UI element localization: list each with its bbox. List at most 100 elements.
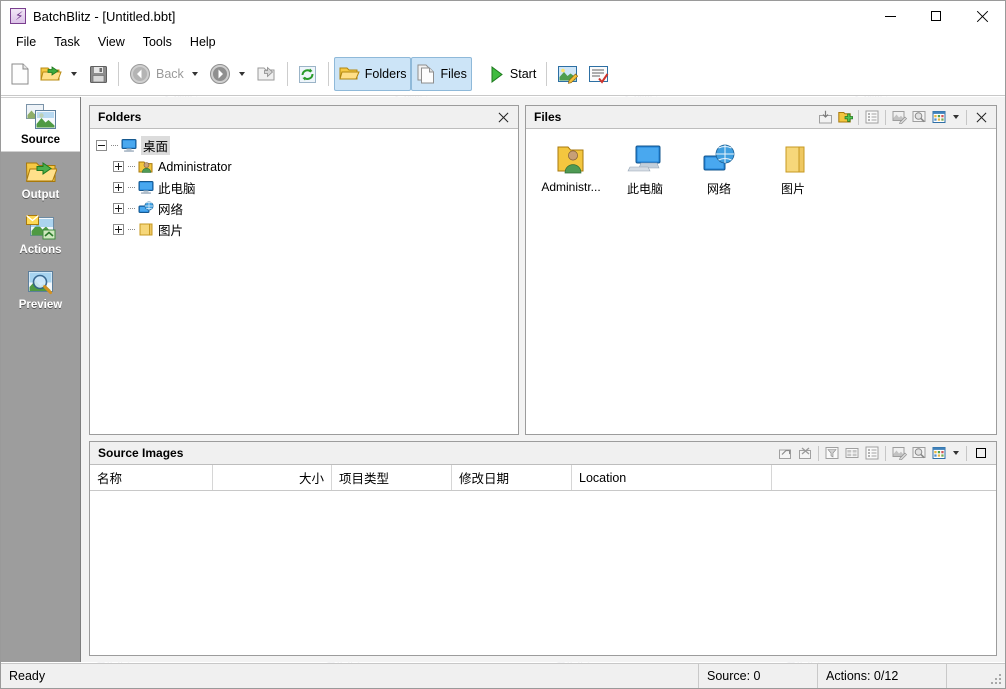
edit-item-button[interactable] <box>889 108 909 127</box>
open-dropdown-button[interactable] <box>68 57 83 91</box>
source-images-maximize-button[interactable] <box>970 444 992 463</box>
file-item[interactable]: 图片 <box>756 139 830 197</box>
checklist-icon <box>588 65 609 84</box>
image-actions-icon <box>25 214 57 241</box>
close-button[interactable] <box>959 1 1005 31</box>
sidebar-item-source[interactable]: Source <box>1 97 80 152</box>
maximize-icon <box>976 448 986 458</box>
start-label: Start <box>509 67 537 81</box>
file-item[interactable]: Administr... <box>534 139 608 197</box>
sidebar-item-actions[interactable]: Actions <box>1 207 80 262</box>
status-bar: Ready Source: 0 Actions: 0/12 <box>1 663 1005 688</box>
files-panel-close-button[interactable] <box>970 108 992 127</box>
status-source-count: Source: 0 <box>707 669 761 683</box>
preview-item-button[interactable] <box>909 444 929 463</box>
files-toggle-button[interactable]: Files <box>411 57 472 91</box>
forward-button[interactable] <box>204 57 236 91</box>
toolbar-separator <box>546 62 548 86</box>
sidebar-item-output[interactable]: Output <box>1 152 80 207</box>
tree-item-network[interactable]: 网络 <box>96 198 518 219</box>
preview-item-button[interactable] <box>909 108 929 127</box>
thumbnails-button[interactable] <box>842 444 862 463</box>
tree-item-this-pc[interactable]: 此电脑 <box>96 177 518 198</box>
tree-item-desktop[interactable]: 桌面 <box>96 135 518 156</box>
column-header-location[interactable]: Location <box>572 465 772 490</box>
close-icon <box>498 112 509 123</box>
folders-toggle-button[interactable]: Folders <box>333 57 412 91</box>
user-folder-icon <box>138 159 154 175</box>
folders-panel-tools <box>492 108 516 127</box>
start-button[interactable]: Start <box>483 57 541 91</box>
status-actions-count: Actions: 0/12 <box>826 669 899 683</box>
edit-image-icon <box>557 65 579 84</box>
save-task-button[interactable] <box>83 57 113 91</box>
collapse-expander-icon[interactable] <box>96 140 107 151</box>
refresh-button[interactable] <box>293 57 323 91</box>
toolbar-separator <box>966 109 967 125</box>
folders-panel-header: Folders <box>90 106 518 129</box>
details-list-icon <box>865 446 879 460</box>
toolbar-separator <box>885 109 886 125</box>
up-folder-button[interactable] <box>251 57 282 91</box>
new-document-icon <box>10 63 30 85</box>
view-mode-button[interactable] <box>929 444 949 463</box>
menu-file[interactable]: File <box>7 32 45 52</box>
file-item[interactable]: 网络 <box>682 139 756 197</box>
filter-button[interactable] <box>822 444 842 463</box>
image-search-icon <box>26 269 56 296</box>
expand-expander-icon[interactable] <box>113 224 124 235</box>
details-list-icon <box>865 110 879 124</box>
play-icon <box>488 65 505 84</box>
network-icon <box>701 143 737 176</box>
back-button[interactable]: Back <box>124 57 189 91</box>
import-items-button[interactable] <box>815 108 835 127</box>
folders-panel-body: 桌面 Administrator 此电脑 网络 图片 <box>90 129 518 434</box>
expand-expander-icon[interactable] <box>113 203 124 214</box>
column-header-size[interactable]: 大小 <box>213 465 332 490</box>
file-item-label: 网络 <box>706 182 731 196</box>
forward-dropdown-button[interactable] <box>236 57 251 91</box>
open-folder-icon <box>40 64 63 84</box>
expand-expander-icon[interactable] <box>113 182 124 193</box>
resize-grip[interactable] <box>991 674 1003 686</box>
tree-item-pictures[interactable]: 图片 <box>96 219 518 240</box>
add-folder-button[interactable] <box>835 108 855 127</box>
open-task-button[interactable] <box>35 57 68 91</box>
details-list-button[interactable] <box>862 108 882 127</box>
sidebar-item-preview[interactable]: Preview <box>1 262 80 317</box>
file-item-label: 图片 <box>780 182 805 196</box>
folders-panel-close-button[interactable] <box>492 108 514 127</box>
sidebar: Source Output Actions Preview <box>1 97 81 662</box>
column-header-type[interactable]: 项目类型 <box>332 465 452 490</box>
main-toolbar: Back Folders Files Start <box>1 53 1005 96</box>
menu-view[interactable]: View <box>89 32 134 52</box>
view-mode-dropdown-button[interactable] <box>949 444 963 463</box>
filter-icon <box>825 446 839 460</box>
back-dropdown-button[interactable] <box>189 57 204 91</box>
folder-icon <box>138 222 154 238</box>
menu-tools[interactable]: Tools <box>134 32 181 52</box>
minimize-button[interactable] <box>867 1 913 31</box>
menu-task[interactable]: Task <box>45 32 89 52</box>
chevron-down-icon <box>953 115 959 119</box>
files-panel: Files Administr... 此电脑 网络 图片 <box>525 105 997 435</box>
column-header-name[interactable]: 名称 <box>90 465 213 490</box>
view-mode-button[interactable] <box>929 108 949 127</box>
tree-item-administrator[interactable]: Administrator <box>96 156 518 177</box>
new-task-button[interactable] <box>5 57 35 91</box>
expand-expander-icon[interactable] <box>113 161 124 172</box>
view-mode-dropdown-button[interactable] <box>949 108 963 127</box>
menu-help[interactable]: Help <box>181 32 225 52</box>
add-images-button[interactable] <box>775 444 795 463</box>
maximize-button[interactable] <box>913 1 959 31</box>
files-panel-body: Administr... 此电脑 网络 图片 <box>526 129 996 434</box>
remove-images-button[interactable] <box>795 444 815 463</box>
details-list-button[interactable] <box>862 444 882 463</box>
task-checklist-button[interactable] <box>583 57 614 91</box>
file-item[interactable]: 此电脑 <box>608 139 682 197</box>
chevron-down-icon <box>71 72 77 76</box>
source-images-list[interactable] <box>90 491 996 655</box>
edit-image-button[interactable] <box>552 57 583 91</box>
column-header-modified[interactable]: 修改日期 <box>452 465 572 490</box>
edit-item-button[interactable] <box>889 444 909 463</box>
